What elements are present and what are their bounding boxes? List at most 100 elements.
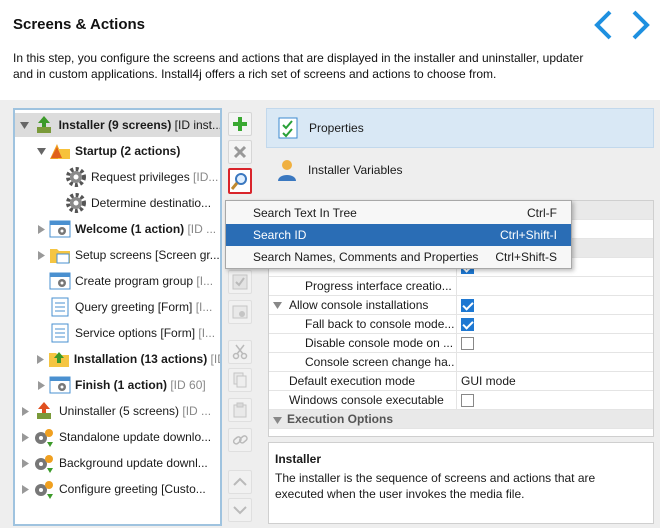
check-button[interactable] xyxy=(228,270,252,294)
tree-label: Uninstaller (5 screens) xyxy=(59,404,180,418)
tree-row-setup-screens[interactable]: Setup screens [Screen gr... xyxy=(15,243,220,267)
collapse-triangle-icon[interactable] xyxy=(273,414,282,428)
tree-row-service-options[interactable]: Service options [Form] [I... xyxy=(15,321,220,345)
screen-properties-button[interactable] xyxy=(228,300,252,324)
description-text: The installer is the sequence of screens… xyxy=(275,471,596,501)
paste-button[interactable] xyxy=(228,398,252,422)
property-value[interactable] xyxy=(456,296,653,314)
grid-row-windows-console[interactable]: Windows console executable xyxy=(269,391,653,410)
tree-label: (1 action) xyxy=(110,378,168,392)
chevron-up-icon xyxy=(233,477,247,486)
tree-row-configure-greeting[interactable]: Configure greeting [Custo... xyxy=(15,477,220,501)
screen-gear-icon xyxy=(49,218,71,240)
page-title: Screens & Actions xyxy=(13,16,145,33)
gear-icon xyxy=(65,166,87,188)
tree-row-startup[interactable]: Startup (2 actions) xyxy=(15,139,220,163)
tree-label-tail: [ID... xyxy=(210,352,220,366)
updater-gear-icon xyxy=(33,452,55,474)
tree-row-query-greeting[interactable]: Query greeting [Form] [I... xyxy=(15,295,220,319)
tree-toolbar xyxy=(226,110,254,528)
collapse-triangle-icon[interactable] xyxy=(273,299,282,313)
checkbox-allow-console[interactable] xyxy=(461,299,474,312)
cut-button[interactable] xyxy=(228,340,252,364)
expand-triangle-icon[interactable] xyxy=(35,223,47,235)
tree-row-background-update[interactable]: Background update downl... xyxy=(15,451,220,475)
property-name: Fall back to console mode... xyxy=(305,317,455,331)
property-value[interactable] xyxy=(456,353,653,371)
tree-row-uninstaller[interactable]: Uninstaller (5 screens) [ID ... xyxy=(15,399,220,423)
expand-triangle-icon[interactable] xyxy=(35,379,47,391)
copy-icon xyxy=(233,372,247,388)
property-name: Progress interface creatio... xyxy=(305,279,452,293)
tree-row-create-program-group[interactable]: Create program group [I... xyxy=(15,269,220,293)
tree-row-installer[interactable]: Installer (9 screens) [ID inst... xyxy=(15,113,220,137)
tree-label-bold: Installer xyxy=(58,118,105,132)
tree-row-installation[interactable]: Installation (13 actions) [ID... xyxy=(15,347,220,371)
menu-item-search-id[interactable]: Search ID Ctrl+Shift-I xyxy=(226,224,571,246)
tab-properties[interactable]: Properties xyxy=(266,108,654,148)
property-value[interactable]: GUI mode xyxy=(456,372,653,390)
search-button[interactable] xyxy=(228,168,252,194)
tree-label-tail: [ID ... xyxy=(184,222,217,236)
link-button[interactable] xyxy=(228,428,252,452)
grid-category-execution-options[interactable]: Execution Options xyxy=(269,410,653,429)
expand-triangle-icon[interactable] xyxy=(19,457,31,469)
tree-row-request-privileges[interactable]: Request privileges [ID... xyxy=(15,165,220,189)
delete-button[interactable] xyxy=(228,140,252,164)
tree-label-tail: [I... xyxy=(193,274,214,288)
add-button[interactable] xyxy=(228,112,252,136)
move-up-button[interactable] xyxy=(228,470,252,494)
screen-gear-icon xyxy=(49,374,71,396)
expand-triangle-icon[interactable] xyxy=(19,431,31,443)
expand-triangle-icon[interactable] xyxy=(35,249,47,261)
screens-tree[interactable]: Installer (9 screens) [ID inst... Startu… xyxy=(13,108,222,526)
copy-button[interactable] xyxy=(228,368,252,392)
grid-row-progress-interface[interactable]: Progress interface creatio... xyxy=(269,277,653,296)
menu-item-label: Search Text In Tree xyxy=(253,206,357,220)
property-value[interactable] xyxy=(456,391,653,409)
collapse-triangle-icon[interactable] xyxy=(35,145,47,157)
tree-row-finish[interactable]: Finish (1 action) [ID 60] xyxy=(15,373,220,397)
grid-row-disable-console[interactable]: Disable console mode on ... xyxy=(269,334,653,353)
startup-folder-icon xyxy=(49,140,71,162)
grid-row-fall-back[interactable]: Fall back to console mode... xyxy=(269,315,653,334)
property-value[interactable] xyxy=(456,277,653,295)
tree-label: (9 screens) xyxy=(104,118,172,132)
window-gear-icon xyxy=(232,305,248,319)
updater-gear-icon xyxy=(33,478,55,500)
uninstaller-icon xyxy=(33,400,55,422)
move-down-button[interactable] xyxy=(228,498,252,522)
checkbox-disable-console[interactable] xyxy=(461,337,474,350)
expand-triangle-icon[interactable] xyxy=(19,405,31,417)
header: Screens & Actions In this step, you conf… xyxy=(0,0,660,100)
tab-installer-variables[interactable]: Installer Variables xyxy=(266,150,654,190)
tree-label-tail: [ID... xyxy=(189,170,219,184)
form-icon xyxy=(49,322,71,344)
checkbox-fall-back[interactable] xyxy=(461,318,474,331)
chevron-right-icon xyxy=(632,10,650,40)
property-name: Console screen change ha... xyxy=(305,355,455,369)
property-value[interactable] xyxy=(456,334,653,352)
tree-label-bold: Startup xyxy=(75,144,117,158)
menu-item-search-text-in-tree[interactable]: Search Text In Tree Ctrl-F xyxy=(226,202,571,224)
delete-x-icon xyxy=(233,145,247,159)
checkbox-windows-console[interactable] xyxy=(461,394,474,407)
menu-item-search-names[interactable]: Search Names, Comments and Properties Ct… xyxy=(226,246,571,268)
grid-row-console-change[interactable]: Console screen change ha... xyxy=(269,353,653,372)
property-value[interactable] xyxy=(456,315,653,333)
property-name: Allow console installations xyxy=(289,298,429,312)
tree-label-tail: [I... xyxy=(192,300,213,314)
collapse-triangle-icon[interactable] xyxy=(19,119,31,131)
grid-row-default-exec-mode[interactable]: Default execution mode GUI mode xyxy=(269,372,653,391)
gear-icon xyxy=(65,192,87,214)
tree-row-determine-destination[interactable]: Determine destinatio... xyxy=(15,191,220,215)
menu-item-label: Search Names, Comments and Properties xyxy=(253,250,479,264)
tree-label-tail: [ID inst... xyxy=(171,118,221,132)
tree-row-welcome[interactable]: Welcome (1 action) [ID ... xyxy=(15,217,220,241)
expand-triangle-icon[interactable] xyxy=(35,353,46,365)
tree-row-standalone-update[interactable]: Standalone update downlo... xyxy=(15,425,220,449)
grid-row-allow-console[interactable]: Allow console installations xyxy=(269,296,653,315)
expand-triangle-icon[interactable] xyxy=(19,483,31,495)
forward-arrow-button[interactable] xyxy=(626,8,654,42)
back-arrow-button[interactable] xyxy=(590,8,618,42)
